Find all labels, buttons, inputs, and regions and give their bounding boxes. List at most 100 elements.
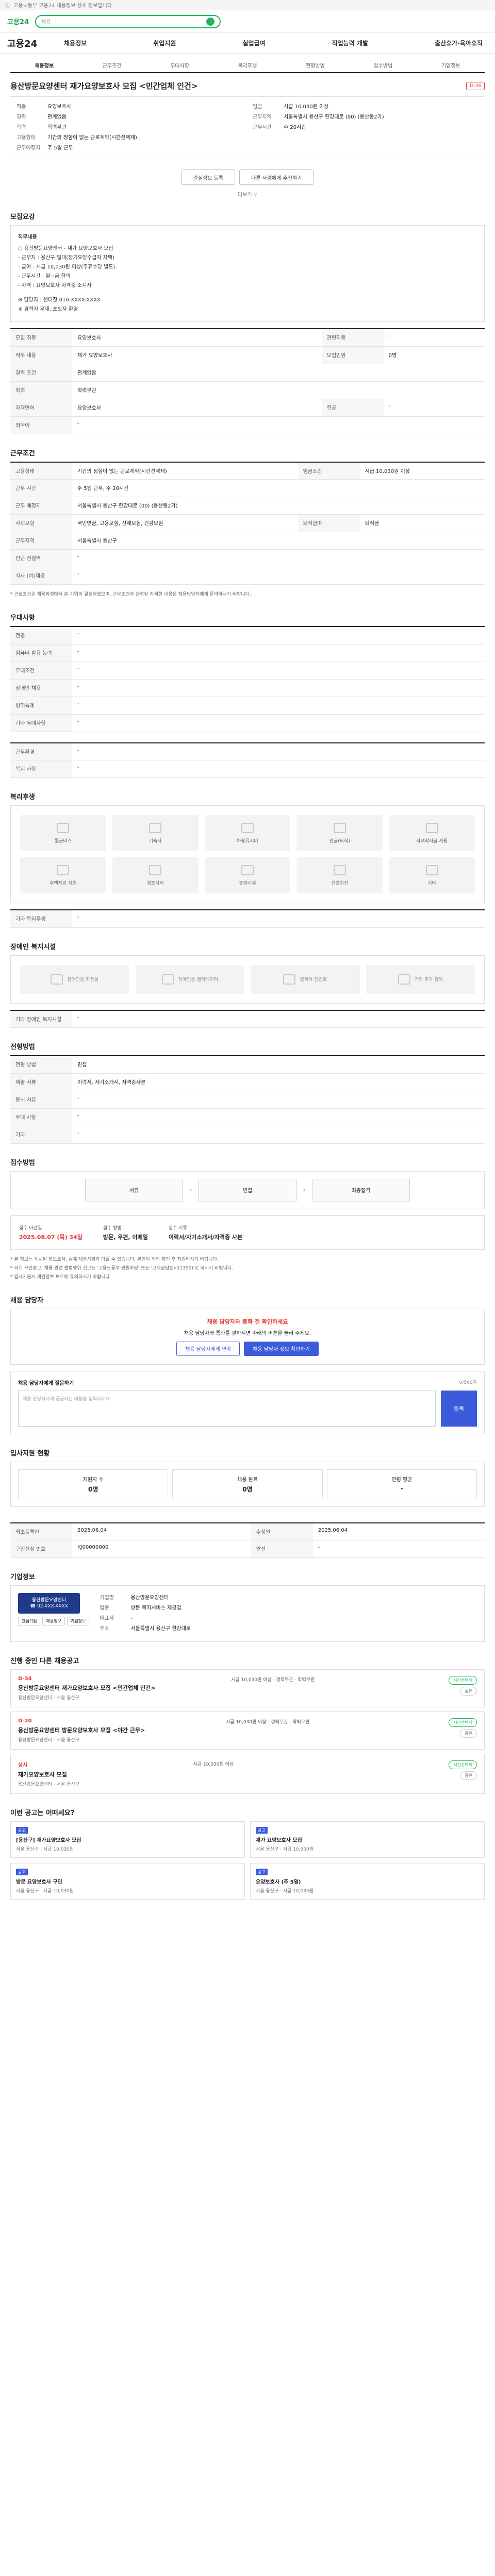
contact-call-button[interactable]: 채용 담당자에게 연락 xyxy=(176,1341,240,1356)
job-list-item[interactable]: D-34 용산방문요양센터 재가요양보호사 모집 <민간업체 인건> 용산방문요양센… xyxy=(10,1669,485,1707)
company-button[interactable]: 채용정보 xyxy=(42,1617,65,1625)
table-key: 우대 사항 xyxy=(10,1108,72,1126)
apply-notes: * 본 정보는 게시된 정보로서, 실제 채용상황과 다를 수 있습니다. 본인… xyxy=(10,1256,485,1281)
table-key: 퇴직급여 xyxy=(298,514,360,532)
welfare-item: 건강검진 xyxy=(296,857,383,893)
site-logo[interactable]: 고용24 xyxy=(7,16,29,26)
tab-item[interactable]: 우대사항 xyxy=(146,61,213,72)
table-key: 외국어 xyxy=(10,416,72,434)
tab-item[interactable]: 접수방법 xyxy=(349,61,417,72)
share-button[interactable]: 다른 사람에게 추천하기 xyxy=(239,170,314,185)
contact-info-button[interactable]: 채용 담당자 정보 확인하기 xyxy=(244,1341,319,1356)
gnb-item[interactable]: 취업지원 xyxy=(153,39,176,47)
table-value: - xyxy=(72,416,485,434)
gnb-item[interactable]: 채용정보 xyxy=(64,39,87,47)
barrier-extra-table: 기타 장애인 복지시설 - xyxy=(10,1009,485,1028)
welfare-icon xyxy=(57,822,70,833)
company-key: 대표자 xyxy=(100,1616,114,1621)
job-table: 모집 직종 요양보호사 관련직종 - 직무 내용 재가 요양보호사 모집인원 0명 경력 조건 관… xyxy=(10,328,485,434)
table-key: 전형 방법 xyxy=(10,1056,72,1074)
more-button[interactable]: 더보기 ∨ xyxy=(10,190,485,198)
summary-key: 근무예정지 xyxy=(16,145,40,151)
table-key: 알선 xyxy=(251,1540,313,1558)
tab-item[interactable]: 기업정보 xyxy=(417,61,485,72)
table-value: 면접 xyxy=(72,1056,485,1074)
welfare-icon xyxy=(149,865,162,875)
job-description-line: - 급여 : 시급 10,030원 이상(주휴수당 별도) xyxy=(18,264,116,270)
tab-item[interactable]: 전형방법 xyxy=(282,61,349,72)
search-input[interactable]: 채용 xyxy=(35,14,221,28)
tab-item[interactable]: 채용정보 xyxy=(10,61,78,72)
table-row: 전형 방법 면접 xyxy=(10,1056,485,1074)
barrier-grid: 장애인용 화장실 장애인용 엘리베이터 휠체어 진입로 기타 추가 항목 xyxy=(10,955,485,1004)
apply-date-value: 2025.08.07 (목) 34일 xyxy=(19,1233,82,1241)
search-icon[interactable] xyxy=(206,17,215,26)
scrap-button[interactable]: 관심정보 등록 xyxy=(181,170,236,185)
tab-item[interactable]: 복리후생 xyxy=(213,61,281,72)
job-description-line: ※ 경력자 우대, 초보자 환영 xyxy=(18,307,78,312)
job-list-item[interactable]: D-20 용산방문요양센터 방문요양보호사 모집 <야간 근무> 용산방문요양센터 … xyxy=(10,1711,485,1750)
process-steps: 서류 › 면접 › 최종합격 xyxy=(10,1171,485,1209)
status-value: 0명 xyxy=(88,1485,98,1493)
table-row: 사회보험 국민연금, 고용보험, 산재보험, 건강보험 퇴직급여 퇴직금 xyxy=(10,514,485,532)
summary-value: 주 20시간 xyxy=(284,125,306,130)
table-value: 관계없음 xyxy=(72,364,485,382)
status-item: 연령 평균 - xyxy=(326,1469,477,1499)
job-tag: 시간선택제 xyxy=(449,1676,477,1685)
welfare-item: 경조사비 xyxy=(112,857,199,893)
table-key: 병역특례 xyxy=(10,697,72,715)
inquiry-textarea[interactable]: 채용 담당자에게 궁금하신 내용을 입력하세요. xyxy=(18,1390,436,1427)
job-info: 시급 10,030원 이상 · 경력무관 · 학력무관 xyxy=(226,1720,310,1725)
recommend-item[interactable]: 공고 방문 요양보호사 구인 서울 용산구 · 시급 10,030원 xyxy=(10,1863,245,1900)
inquiry-title: 채용 담당자에게 질문하기 xyxy=(18,1380,74,1386)
process-step: 최종합격 xyxy=(312,1178,410,1201)
table-row: 근무 예정지 서울특별시 용산구 한강대로 (00) (용산동2가) xyxy=(10,497,485,515)
company-logo-block: 용산방문요양센터 ☎ 02-XXX-XXXX 관심기업 채용정보 기업정보 xyxy=(18,1593,90,1634)
status-label: 지원자 수 xyxy=(82,1477,104,1483)
table-key: 제출 서류 xyxy=(10,1073,72,1091)
inquiry-box: 채용 담당자에게 질문하기 0/500자 채용 담당자에게 궁금하신 내용을 입… xyxy=(10,1370,485,1434)
company-button[interactable]: 관심기업 xyxy=(18,1617,41,1625)
table-value: - xyxy=(72,662,485,680)
table-key: 식사 (비)제공 xyxy=(10,567,72,585)
table-row: 기타 - xyxy=(10,1126,485,1144)
recommend-title: 방문 요양보호사 구인 xyxy=(16,1879,62,1885)
recommend-item[interactable]: 공고 [용산구] 재가요양보호사 모집 서울 용산구 · 시급 10,030원 xyxy=(10,1821,245,1858)
welfare-extra-key: 기타 복리후생 xyxy=(10,910,72,928)
job-share-button[interactable]: 공유 xyxy=(460,1687,477,1696)
summary-row: 임금 시급 10,030원 이상 xyxy=(253,102,478,112)
gnb-item[interactable]: 실업급여 xyxy=(242,39,265,47)
table-row: 복지 사항 - xyxy=(10,760,485,778)
recommend-item[interactable]: 공고 재가 요양보호사 모집 서울 용산구 · 시급 10,500원 xyxy=(250,1821,485,1858)
inquiry-submit-button[interactable]: 등록 xyxy=(441,1390,477,1427)
job-list-item[interactable]: 상시 재가요양보호사 모집 용산방문요양센터 · 서울 용산구 시급 10,030원 … xyxy=(10,1754,485,1794)
job-title: 용산방문요양센터 재가요양보호사 모집 <민간업체 인건> xyxy=(10,81,198,91)
recommend-label: 공고 xyxy=(256,1869,268,1875)
barrier-item: 장애인용 화장실 xyxy=(20,964,129,994)
gnb-item[interactable]: 직업능력 개발 xyxy=(332,39,368,47)
welfare-icon xyxy=(425,865,438,875)
job-dday: D-34 xyxy=(18,1676,32,1682)
table-value: 서울특별시 용산구 xyxy=(72,532,485,550)
welfare-label: 기숙사 xyxy=(148,838,162,844)
tab-item[interactable]: 근무조건 xyxy=(78,61,145,72)
recommend-item[interactable]: 공고 요양보호사 (주 5일) 서울 용산구 · 시급 10,030원 xyxy=(250,1863,485,1900)
apply-method: 접수 방법 방문, 우편, 이메일 xyxy=(103,1224,148,1241)
welfare-label: 통근버스 xyxy=(54,838,72,844)
barrier-icon xyxy=(51,974,63,985)
welfare-item: 주택자금 지원 xyxy=(20,857,106,893)
welfare-label: 차량유지비 xyxy=(237,838,258,844)
table-value: 시급 10,030원 이상 xyxy=(359,462,485,480)
company-button[interactable]: 기업정보 xyxy=(67,1617,90,1625)
table-key: 기타 우대사항 xyxy=(10,714,72,732)
brand-title[interactable]: 고용24 xyxy=(7,37,64,50)
job-share-button[interactable]: 공유 xyxy=(460,1729,477,1738)
company-box: 용산방문요양센터 ☎ 02-XXX-XXXX 관심기업 채용정보 기업정보 기업명 용… xyxy=(10,1585,485,1642)
job-share-button[interactable]: 공유 xyxy=(460,1771,477,1780)
summary-value: 기간의 정함이 없는 근로계약(시간선택제) xyxy=(47,135,137,141)
gnb-item[interactable]: 출산휴가·육아휴직 xyxy=(435,39,483,47)
section-title-recommend: 이런 공고는 어떠세요? xyxy=(10,1809,75,1817)
table-key: 최초등록일 xyxy=(10,1522,72,1540)
info-table: 최초등록일 2025.06.04 수정일 2025.06.04 구인신청 번호 KJ000… xyxy=(10,1522,485,1558)
apply-docs-value: 이력서/자기소개서/자격증 사본 xyxy=(168,1233,243,1241)
